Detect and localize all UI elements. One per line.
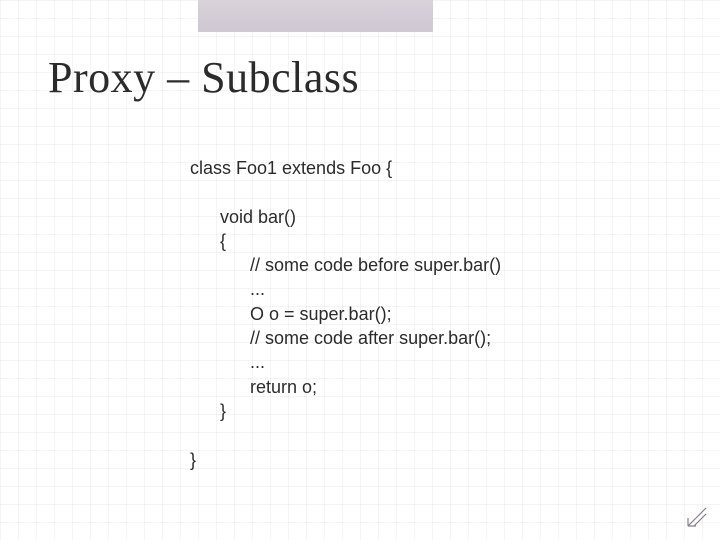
slide: Proxy – Subclass class Foo1 extends Foo … [0,0,720,540]
slide-title: Proxy – Subclass [48,52,359,103]
code-line: } [190,448,501,472]
top-accent-bar [198,0,433,32]
code-line: O o = super.bar(); [190,302,501,326]
code-line: { [190,229,501,253]
code-line: } [190,399,501,423]
code-line: ... [190,277,501,301]
code-blank [190,423,501,447]
code-line: // some code before super.bar() [190,253,501,277]
code-line: // some code after super.bar(); [190,326,501,350]
code-line: ... [190,350,501,374]
code-blank [190,180,501,204]
code-line: class Foo1 extends Foo { [190,156,501,180]
code-block: class Foo1 extends Foo { void bar() { //… [190,156,501,472]
code-line: return o; [190,375,501,399]
corner-decoration-icon [684,504,710,530]
code-line: void bar() [190,205,501,229]
